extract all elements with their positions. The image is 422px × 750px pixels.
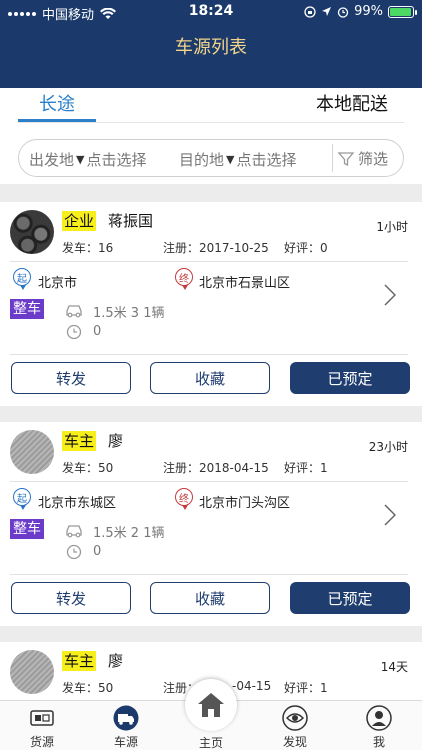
vehicle-spec: 1.5米 2 1辆 xyxy=(93,526,165,541)
user-icon xyxy=(366,705,392,731)
chevron-right-icon[interactable] xyxy=(384,284,396,306)
trip-count: 发车：16 xyxy=(62,241,114,255)
avatar xyxy=(10,650,54,694)
rotation-lock-icon xyxy=(304,5,316,18)
favorite-button[interactable]: 收藏 xyxy=(150,582,270,614)
filter-bar: 出发地 ▼ 点击选择 目的地 ▼ 点击选择 筛选 xyxy=(18,139,404,177)
divider xyxy=(10,261,408,262)
posted-time: 23小时 xyxy=(368,440,408,454)
trip-count: 发车：50 xyxy=(62,681,114,695)
tab-long-distance[interactable]: 长途 xyxy=(18,90,96,116)
start-pin-icon: 起 xyxy=(13,268,31,290)
wait-count: 0 xyxy=(93,324,102,339)
tab-divider xyxy=(18,122,404,123)
owner-name: 廖 xyxy=(108,432,124,450)
app-header: 中国移动 18:24 99% 车源列表 xyxy=(0,0,422,88)
tab-local-delivery[interactable]: 本地配送 xyxy=(316,90,388,116)
avatar xyxy=(10,430,54,474)
car-icon xyxy=(66,305,82,318)
end-pin-icon: 终 xyxy=(175,268,193,290)
nav-home-label[interactable]: 主页 xyxy=(181,734,241,750)
register-date: 注册：2017-10-25 xyxy=(163,241,269,255)
divider xyxy=(10,354,408,355)
filter-area: 出发地 ▼ 点击选择 目的地 ▼ 点击选择 筛选 xyxy=(0,124,422,184)
avatar xyxy=(10,210,54,254)
divider xyxy=(10,574,408,575)
cargo-source-icon xyxy=(30,710,54,726)
role-badge: 车主 xyxy=(62,651,97,671)
car-icon xyxy=(66,525,82,538)
filter-label: 筛选 xyxy=(358,150,389,168)
role-badge: 企业 xyxy=(62,211,97,231)
clock-icon xyxy=(66,324,82,340)
posted-time: 14天 xyxy=(380,660,408,674)
booked-button[interactable]: 已预定 xyxy=(290,362,410,394)
filter-button[interactable]: 筛选 xyxy=(337,148,388,169)
origin-city: 北京市东城区 xyxy=(38,496,117,511)
register-date: 注册：2018-04-15 xyxy=(163,461,269,475)
end-pin-icon: 终 xyxy=(175,488,193,510)
location-icon xyxy=(322,7,332,16)
status-bar: 中国移动 18:24 99% xyxy=(0,0,422,24)
origin-city: 北京市 xyxy=(38,276,78,291)
home-icon xyxy=(198,693,224,717)
nav-truck-source[interactable]: 车源 xyxy=(96,705,156,750)
origin-select[interactable]: 出发地 ▼ 点击选择 xyxy=(29,149,147,170)
truck-type-badge: 整车 xyxy=(10,299,44,319)
funnel-icon xyxy=(337,151,355,166)
nav-home[interactable] xyxy=(185,679,237,731)
eye-icon xyxy=(282,705,308,731)
destination-select[interactable]: 目的地 ▼ 点击选择 xyxy=(179,149,297,170)
rating: 好评：1 xyxy=(284,681,328,695)
posted-time: 1小时 xyxy=(376,220,408,234)
register-date-partial: -04-15 xyxy=(232,679,272,693)
owner-name: 蒋振国 xyxy=(108,212,154,230)
destination-city: 北京市石景山区 xyxy=(199,276,291,291)
truck-source-icon xyxy=(113,705,139,731)
start-pin-icon: 起 xyxy=(13,488,31,510)
vehicle-listing-card[interactable]: 企业 蒋振国 1小时 发车：16 注册：2017-10-25 好评：0 起 北京… xyxy=(0,202,422,406)
vehicle-listing-card[interactable]: 车主 廖 23小时 发车：50 注册：2018-04-15 好评：1 起 北京市… xyxy=(0,422,422,626)
battery-percent: 99% xyxy=(354,4,383,19)
clock-icon xyxy=(66,544,82,560)
bottom-nav: 货源 车源 主页 发现 我 xyxy=(0,679,422,750)
battery-icon xyxy=(388,5,417,18)
nav-me[interactable]: 我 xyxy=(349,705,409,750)
wait-count: 0 xyxy=(93,544,102,559)
forward-button[interactable]: 转发 xyxy=(11,362,131,394)
nav-cargo-source[interactable]: 货源 xyxy=(12,705,72,750)
destination-label: 目的地 xyxy=(179,151,225,169)
nav-label: 我 xyxy=(372,735,385,749)
trip-count: 发车：50 xyxy=(62,461,114,475)
caret-down-icon: ▼ xyxy=(226,153,235,166)
nav-label: 货源 xyxy=(29,735,54,749)
role-badge: 车主 xyxy=(62,431,97,451)
page-title: 车源列表 xyxy=(175,37,247,58)
nav-label: 发现 xyxy=(282,735,307,749)
divider xyxy=(10,481,408,482)
origin-label: 出发地 xyxy=(29,151,75,169)
owner-name: 廖 xyxy=(108,652,124,670)
nav-discover[interactable]: 发现 xyxy=(265,705,325,750)
origin-placeholder: 点击选择 xyxy=(86,151,147,169)
booked-button[interactable]: 已预定 xyxy=(290,582,410,614)
rating: 好评：1 xyxy=(284,461,328,475)
truck-type-badge: 整车 xyxy=(10,519,44,539)
alarm-icon xyxy=(337,6,349,18)
rating: 好评：0 xyxy=(284,241,328,255)
filter-divider xyxy=(332,144,333,172)
forward-button[interactable]: 转发 xyxy=(11,582,131,614)
nav-label: 车源 xyxy=(113,735,138,749)
vehicle-spec: 1.5米 3 1辆 xyxy=(93,306,165,321)
favorite-button[interactable]: 收藏 xyxy=(150,362,270,394)
caret-down-icon: ▼ xyxy=(76,153,85,166)
tab-bar: 长途 本地配送 xyxy=(0,88,422,124)
destination-placeholder: 点击选择 xyxy=(236,151,297,169)
chevron-right-icon[interactable] xyxy=(384,504,396,526)
destination-city: 北京市门头沟区 xyxy=(199,496,291,511)
